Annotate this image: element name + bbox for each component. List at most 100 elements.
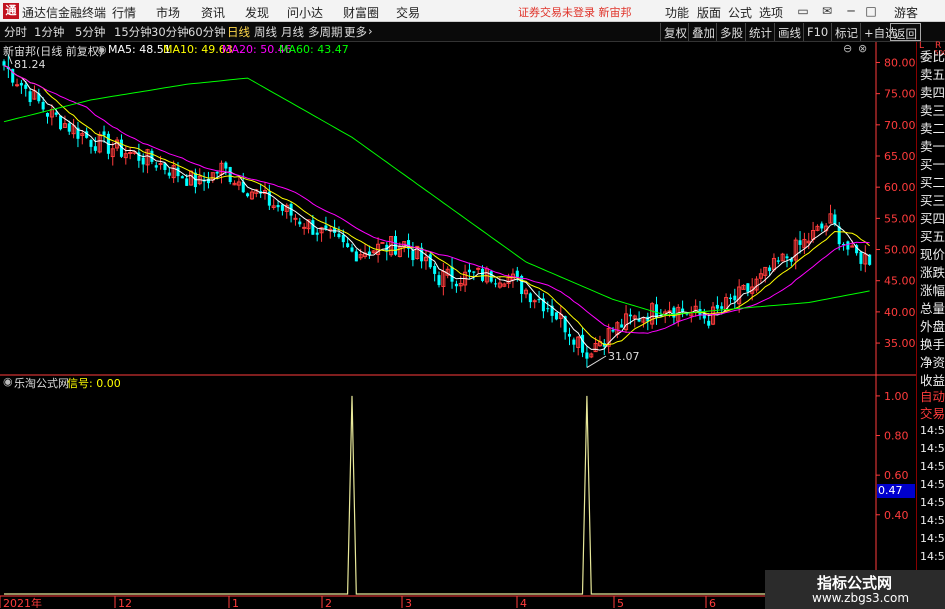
y-tick-label: 65.00	[884, 150, 916, 163]
period-tab-monthly[interactable]: 月线	[281, 24, 304, 40]
candle-body-up	[293, 217, 298, 220]
menu-formula[interactable]: 公式	[728, 4, 752, 21]
side-item[interactable]: 净资	[920, 352, 945, 371]
candle-body-down	[672, 307, 676, 318]
period-tab-30min[interactable]: 30分钟	[151, 24, 189, 40]
candle-body-down	[185, 178, 189, 186]
side-item[interactable]: 14:56	[920, 514, 945, 527]
candle-body-down	[820, 223, 824, 229]
candle-body-down	[454, 283, 458, 287]
menu-options[interactable]: 选项	[759, 4, 783, 21]
high-pointer	[7, 54, 13, 65]
minimize-icon[interactable]: ─	[842, 2, 860, 20]
period-tab-5min[interactable]: 5分钟	[75, 24, 105, 40]
candle-body-down	[341, 234, 345, 243]
candle-body-down	[859, 251, 863, 264]
menu-ask[interactable]: 问小达	[287, 4, 323, 21]
candle-body-down	[537, 299, 541, 301]
trade-login-notice[interactable]: 证券交易未登录 新宙邦	[518, 4, 632, 20]
side-item[interactable]: 卖五	[920, 64, 945, 83]
tool-drawline-button[interactable]: 画线	[774, 23, 804, 41]
side-item[interactable]: 买五	[920, 226, 945, 245]
menu-market-quotes[interactable]: 行情	[112, 4, 136, 21]
candle-body-down	[567, 333, 572, 337]
menu-layout[interactable]: 版面	[697, 4, 721, 21]
candle-body-down	[224, 162, 228, 169]
signal-line	[4, 395, 870, 595]
candle-body-up	[15, 84, 20, 87]
candle-body-down	[246, 193, 250, 197]
candle-body-down	[746, 283, 750, 292]
ma5-line	[3, 65, 870, 351]
side-item[interactable]: 涨跌	[920, 262, 945, 281]
side-item[interactable]: 买二	[920, 172, 945, 191]
period-tab-multi[interactable]: 多周期	[308, 24, 343, 40]
candle-body-down	[276, 205, 280, 208]
kline-chart[interactable]: 35.00 40.00 45.00 50.00 55.00 60.00 65.00 70.00…	[0, 42, 916, 608]
candle-body-down	[528, 293, 532, 303]
period-tab-15min[interactable]: 15分钟	[114, 24, 152, 40]
candle-body-down	[768, 267, 772, 272]
side-item[interactable]: 卖四	[920, 82, 945, 101]
candle-body-down	[354, 251, 358, 262]
side-item[interactable]: 卖一	[920, 136, 945, 155]
side-item[interactable]: 14:56	[920, 460, 945, 473]
y-tick-label: 70.00	[884, 119, 916, 132]
candle-body-down	[733, 295, 737, 301]
tool-overlay-button[interactable]: 叠加	[688, 23, 718, 41]
side-item[interactable]: 14:56	[920, 478, 945, 491]
period-tab-daily[interactable]: 日线	[227, 24, 250, 40]
period-tab-1min[interactable]: 1分钟	[34, 24, 64, 40]
candle-body-down	[581, 334, 585, 353]
candle-body-down	[150, 150, 154, 162]
side-item[interactable]: 14:56	[920, 424, 945, 437]
side-item[interactable]: 委比	[920, 46, 945, 65]
side-item[interactable]: 换手	[920, 334, 945, 353]
side-item[interactable]: 14:56	[920, 496, 945, 509]
tool-stats-button[interactable]: 统计	[745, 23, 775, 41]
tool-f10-button[interactable]: F10	[803, 23, 831, 41]
side-item[interactable]: 14:56	[920, 442, 945, 455]
guest-user[interactable]: 游客	[894, 4, 918, 21]
menu-market[interactable]: 市场	[156, 4, 180, 21]
tool-adjust-button[interactable]: 复权	[660, 23, 690, 41]
side-item[interactable]: 外盘	[920, 316, 945, 335]
candle-body-down	[798, 240, 802, 245]
menu-wealth[interactable]: 财富圈	[343, 4, 379, 21]
side-item[interactable]: 现价	[920, 244, 945, 263]
side-item[interactable]: 买三	[920, 190, 945, 209]
side-item[interactable]: 交易	[920, 403, 945, 422]
menu-news[interactable]: 资讯	[201, 4, 225, 21]
side-item[interactable]: 涨幅	[920, 280, 945, 299]
candle-body-down	[707, 320, 711, 326]
candle-body-down	[59, 115, 63, 130]
side-item[interactable]: 总量	[920, 298, 945, 317]
side-item[interactable]: 卖二	[920, 118, 945, 137]
candle-body-down	[102, 131, 106, 136]
menu-functions[interactable]: 功能	[665, 4, 689, 21]
period-tab-60min[interactable]: 60分钟	[188, 24, 226, 40]
side-item[interactable]: 买一	[920, 154, 945, 173]
low-pointer	[586, 355, 607, 368]
candle-body-down	[41, 101, 45, 110]
period-tab-weekly[interactable]: 周线	[254, 24, 277, 40]
menu-discover[interactable]: 发现	[245, 4, 269, 21]
side-item[interactable]: 买四	[920, 208, 945, 227]
period-tab-more[interactable]: 更多	[344, 24, 367, 40]
candle-body-down	[428, 254, 432, 268]
side-item[interactable]: 14:56	[920, 550, 945, 563]
tool-mark-button[interactable]: 标记	[831, 23, 861, 41]
mail-icon[interactable]: ✉	[818, 2, 836, 20]
candle-body-down	[54, 112, 58, 115]
side-item[interactable]: 卖三	[920, 100, 945, 119]
tool-back-button[interactable]: 返回	[890, 23, 921, 41]
side-item[interactable]: 14:56	[920, 532, 945, 545]
period-tab-timeshare[interactable]: 分时	[4, 24, 27, 40]
high-price-label: 81.24	[14, 58, 46, 71]
chevron-right-icon[interactable]: ›	[368, 24, 373, 38]
y-tick-label: 45.00	[884, 275, 916, 288]
tool-multi-stock-button[interactable]: 多股	[716, 23, 746, 41]
window-restore-icon[interactable]: ▭	[794, 2, 812, 20]
menu-trade[interactable]: 交易	[396, 4, 420, 21]
candle-body-down	[715, 304, 719, 309]
